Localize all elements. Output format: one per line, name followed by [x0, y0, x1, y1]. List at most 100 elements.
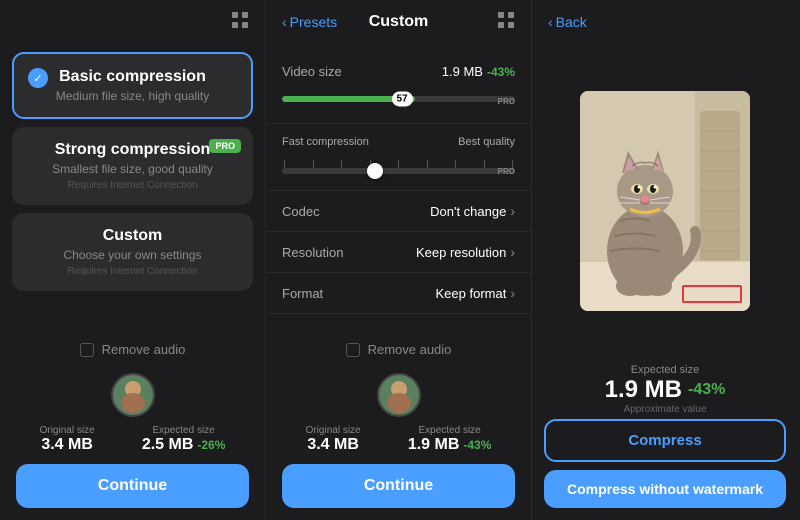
expected-size-middle: Expected size 1.9 MB -43% — [408, 425, 492, 454]
resolution-row: Resolution Keep resolution › — [282, 244, 515, 260]
codec-setting[interactable]: Codec Don't change › — [266, 191, 531, 232]
video-size-top: Video size 1.9 MB -43% — [282, 64, 515, 79]
expected-size-left: Expected size 2.5 MB -26% — [142, 425, 226, 454]
presets-label: Presets — [290, 14, 337, 30]
remove-audio-label-left: Remove audio — [102, 342, 186, 357]
basic-compression-option[interactable]: ✓ Basic compression Medium file size, hi… — [12, 52, 253, 119]
expected-pct-left: -26% — [197, 438, 225, 452]
strong-requires: Requires Internet Connection — [28, 180, 237, 191]
expected-size-label-middle: Expected size — [408, 425, 492, 436]
expected-size-label-left: Expected size — [142, 425, 226, 436]
codec-row: Codec Don't change › — [282, 203, 515, 219]
quality-thumb — [367, 163, 383, 179]
format-label: Format — [282, 286, 323, 301]
remove-audio-row-left: Remove audio — [0, 334, 265, 365]
format-value: Keep format — [436, 286, 507, 301]
grid-icon[interactable] — [231, 11, 249, 34]
avatar-middle — [377, 373, 421, 417]
basic-title: Basic compression — [30, 68, 235, 86]
strong-compression-option[interactable]: PRO Strong compression Smallest file siz… — [12, 127, 253, 205]
middle-panel-header: ‹ Presets Custom — [266, 0, 531, 44]
expected-size-value-middle: 1.9 MB -43% — [408, 436, 492, 454]
quality-labels: Fast compression Best quality — [282, 136, 515, 148]
original-size-left: Original size 3.4 MB — [40, 425, 95, 454]
compress-no-watermark-button[interactable]: Compress without watermark — [544, 470, 786, 508]
remove-audio-label-middle: Remove audio — [368, 342, 452, 357]
basic-subtitle: Medium file size, high quality — [30, 89, 235, 103]
codec-chevron-icon: › — [510, 203, 515, 219]
original-size-middle: Original size 3.4 MB — [306, 425, 361, 454]
grid-icon-middle[interactable] — [497, 11, 515, 34]
click-to-process-overlay — [682, 285, 742, 303]
quality-slider-track[interactable] — [282, 168, 515, 174]
left-panel: ✓ Basic compression Medium file size, hi… — [0, 0, 266, 520]
video-size-right: 1.9 MB -43% — [442, 64, 515, 79]
strong-subtitle: Smallest file size, good quality — [28, 162, 237, 176]
back-chevron-icon: ‹ — [282, 14, 287, 30]
remove-audio-row-middle: Remove audio — [266, 334, 531, 365]
custom-requires: Requires Internet Connection — [28, 266, 237, 277]
codec-value-area: Don't change › — [430, 203, 515, 219]
codec-value: Don't change — [430, 204, 506, 219]
custom-compression-option[interactable]: Custom Choose your own settings Requires… — [12, 213, 253, 291]
cat-svg — [580, 91, 750, 311]
expected-size-value-right: 1.9 MB -43% — [532, 376, 798, 404]
format-chevron-icon: › — [510, 285, 515, 301]
pro-label-slider: PRO — [498, 97, 515, 106]
quality-setting: Fast compression Best quality PRO — [266, 124, 531, 191]
expected-pct-right: -43% — [688, 381, 725, 399]
video-size-setting: Video size 1.9 MB -43% 57 PRO — [266, 52, 531, 124]
resolution-chevron-icon: › — [510, 244, 515, 260]
left-panel-footer: Original size 3.4 MB Expected size 2.5 M… — [0, 365, 265, 520]
avatar-area-middle — [282, 373, 515, 417]
cat-preview-image — [580, 91, 750, 311]
middle-panel-footer: Original size 3.4 MB Expected size 1.9 M… — [266, 365, 531, 520]
expected-size-block-right: Expected size 1.9 MB -43% Approximate va… — [532, 358, 798, 419]
resolution-label: Resolution — [282, 245, 343, 260]
custom-title: Custom — [28, 227, 237, 245]
format-row: Format Keep format › — [282, 285, 515, 301]
strong-title: Strong compression — [28, 141, 237, 159]
codec-label: Codec — [282, 204, 320, 219]
expected-size-label-right: Expected size — [532, 364, 798, 376]
video-size-slider[interactable]: 57 PRO — [282, 87, 515, 111]
continue-button-left[interactable]: Continue — [16, 464, 249, 508]
format-setting[interactable]: Format Keep format › — [266, 273, 531, 314]
video-size-label: Video size — [282, 64, 342, 79]
resolution-value: Keep resolution — [416, 245, 506, 260]
best-quality-label: Best quality — [458, 136, 515, 148]
original-size-value-left: 3.4 MB — [40, 436, 95, 454]
pro-label-quality: PRO — [498, 167, 515, 176]
approx-label: Approximate value — [532, 404, 798, 415]
slider-track: 57 PRO — [282, 96, 515, 102]
expected-size-value-left: 2.5 MB -26% — [142, 436, 226, 454]
left-panel-header — [0, 0, 265, 44]
right-panel-header: ‹ Back — [532, 0, 798, 44]
right-panel: ‹ Back — [532, 0, 798, 520]
fast-compression-label: Fast compression — [282, 136, 369, 148]
compression-options-list: ✓ Basic compression Medium file size, hi… — [0, 44, 265, 334]
continue-button-middle[interactable]: Continue — [282, 464, 515, 508]
presets-back-button[interactable]: ‹ Presets — [282, 14, 337, 30]
back-button-right[interactable]: ‹ Back — [548, 14, 587, 30]
remove-audio-checkbox-middle[interactable] — [346, 343, 360, 357]
resolution-value-area: Keep resolution › — [416, 244, 515, 260]
custom-subtitle: Choose your own settings — [28, 248, 237, 262]
size-row-left: Original size 3.4 MB Expected size 2.5 M… — [16, 425, 249, 454]
tick-marks — [282, 160, 515, 168]
remove-audio-checkbox-left[interactable] — [80, 343, 94, 357]
back-label-right: Back — [556, 14, 587, 30]
settings-list: Video size 1.9 MB -43% 57 PRO Fast compr… — [266, 44, 531, 334]
preview-image-container — [532, 44, 798, 358]
compress-button[interactable]: Compress — [544, 419, 786, 462]
original-size-value-middle: 3.4 MB — [306, 436, 361, 454]
video-size-value: 1.9 MB — [442, 64, 483, 79]
video-size-pct: -43% — [487, 65, 515, 79]
slider-thumb: 57 — [392, 92, 413, 107]
selected-check: ✓ — [28, 68, 48, 88]
original-size-label-middle: Original size — [306, 425, 361, 436]
back-arrow-icon: ‹ — [548, 14, 553, 30]
resolution-setting[interactable]: Resolution Keep resolution › — [266, 232, 531, 273]
avatar-area-left — [16, 373, 249, 417]
expected-pct-middle: -43% — [463, 438, 491, 452]
